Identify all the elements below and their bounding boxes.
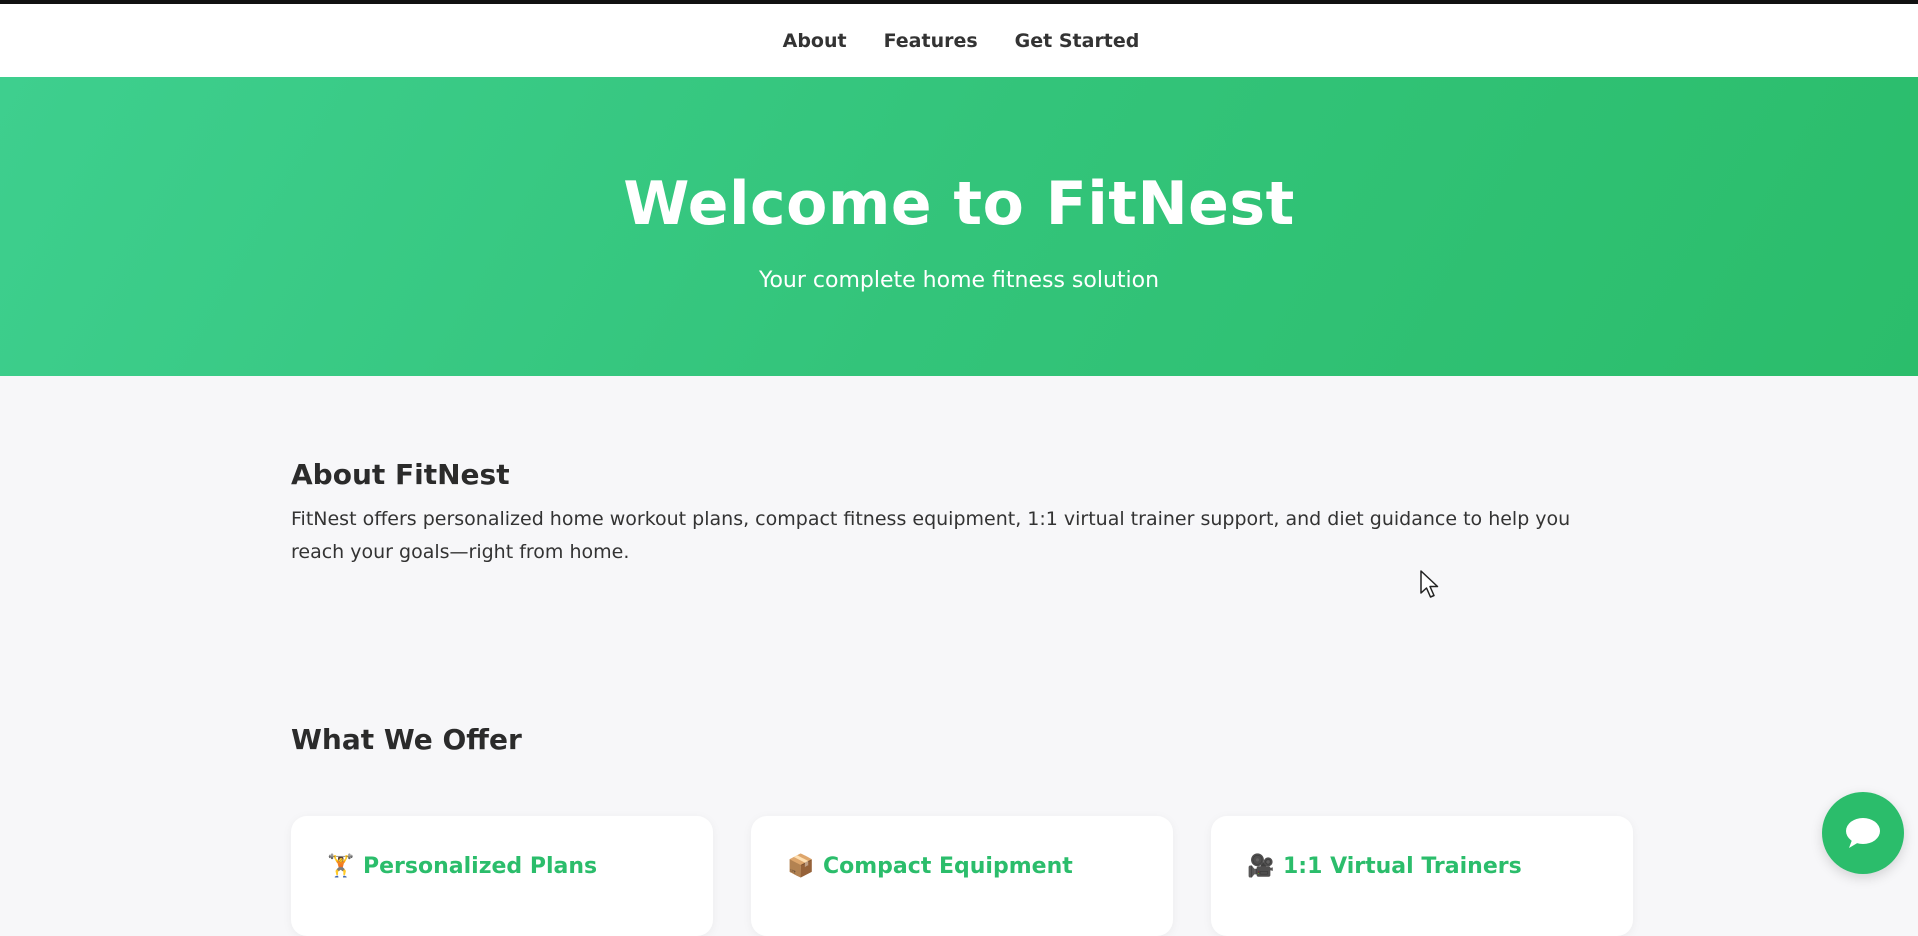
- about-section: About FitNest FitNest offers personalize…: [291, 458, 1631, 569]
- mouse-pointer-icon: [1419, 569, 1441, 603]
- card-title-row: 🎥 1:1 Virtual Trainers: [1247, 854, 1597, 879]
- about-text: FitNest offers personalized home workout…: [291, 508, 1571, 563]
- offer-card-personalized-plans[interactable]: 🏋️ Personalized Plans: [291, 816, 713, 936]
- card-title: Compact Equipment: [823, 854, 1073, 879]
- top-navbar: About Features Get Started: [0, 4, 1918, 77]
- chat-bubble-icon: [1846, 818, 1880, 848]
- video-camera-icon: 🎥: [1247, 854, 1275, 879]
- hero-subtitle: Your complete home fitness solution: [758, 268, 1160, 293]
- nav-link-about[interactable]: About: [783, 30, 847, 52]
- offer-section: What We Offer: [291, 723, 522, 756]
- about-heading: About FitNest: [291, 458, 510, 491]
- chat-button[interactable]: [1822, 792, 1904, 874]
- card-title: Personalized Plans: [363, 854, 598, 879]
- offer-card-virtual-trainers[interactable]: 🎥 1:1 Virtual Trainers: [1211, 816, 1633, 936]
- nav-link-features[interactable]: Features: [884, 30, 978, 52]
- card-title-row: 📦 Compact Equipment: [787, 854, 1137, 879]
- offer-cards: 🏋️ Personalized Plans 📦 Compact Equipmen…: [291, 816, 1633, 936]
- card-title: 1:1 Virtual Trainers: [1283, 854, 1522, 879]
- offer-card-compact-equipment[interactable]: 📦 Compact Equipment: [751, 816, 1173, 936]
- offer-heading: What We Offer: [291, 723, 522, 756]
- card-title-row: 🏋️ Personalized Plans: [327, 854, 677, 879]
- hero-banner: Welcome to FitNest Your complete home fi…: [0, 77, 1918, 376]
- nav-links: About Features Get Started: [783, 30, 1140, 52]
- nav-link-get-started[interactable]: Get Started: [1015, 30, 1140, 52]
- weightlifter-icon: 🏋️: [327, 854, 355, 879]
- package-icon: 📦: [787, 854, 815, 879]
- hero-title: Welcome to FitNest: [623, 169, 1295, 239]
